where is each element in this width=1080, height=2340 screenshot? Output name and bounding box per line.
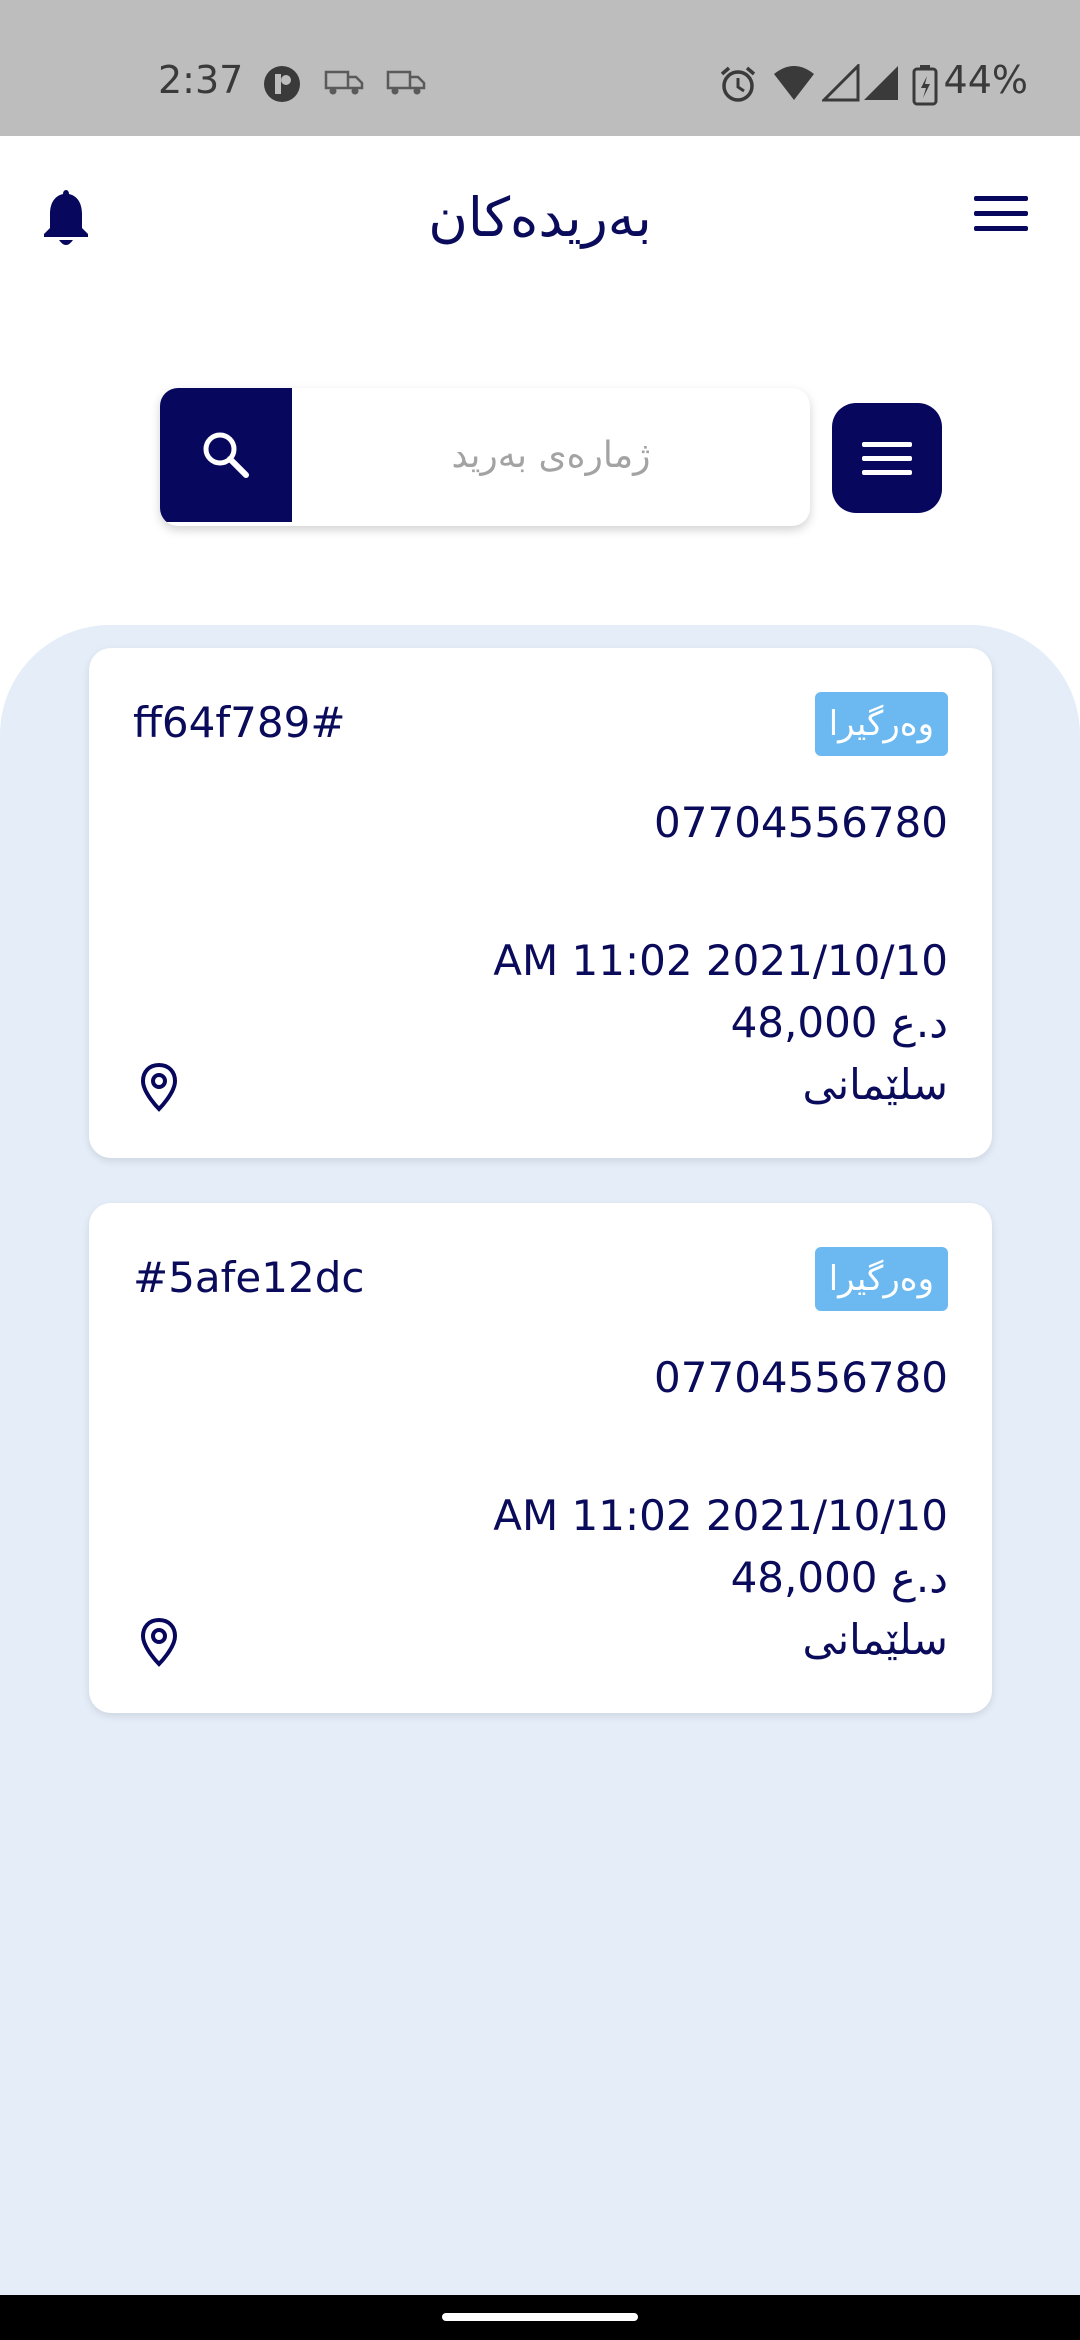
- order-code: ff64f789#: [133, 698, 346, 747]
- battery-percent: 44%: [943, 58, 1028, 102]
- order-code: #5afe12dc: [133, 1253, 365, 1302]
- app-bar: بەریدەکان: [0, 136, 1080, 296]
- truck-icon: [324, 70, 364, 95]
- order-city: سلێمانی: [802, 1060, 948, 1109]
- order-card[interactable]: ff64f789# وەرگیرا 07704556780 AM 11:02 2…: [89, 648, 992, 1158]
- order-city: سلێمانی: [802, 1615, 948, 1664]
- filter-menu-icon: [862, 442, 912, 475]
- signal-icon: [864, 66, 898, 100]
- filter-button[interactable]: [832, 403, 942, 513]
- order-datetime: AM 11:02 2021/10/10: [493, 936, 948, 985]
- status-time: 2:37: [158, 58, 244, 102]
- order-phone: 07704556780: [654, 1353, 948, 1402]
- status-badge: وەرگیرا: [814, 692, 948, 756]
- order-price: 48,000 د.ع: [730, 1553, 948, 1602]
- alarm-icon: [720, 66, 756, 102]
- order-price: 48,000 د.ع: [730, 998, 948, 1047]
- search-input[interactable]: [292, 388, 810, 522]
- wifi-icon: [774, 66, 814, 100]
- truck-icon: [386, 70, 426, 95]
- signal-icon: [822, 64, 860, 102]
- status-bar: 2:37 44%: [0, 0, 1080, 136]
- search-box: [160, 388, 810, 526]
- order-datetime: AM 11:02 2021/10/10: [493, 1491, 948, 1540]
- order-phone: 07704556780: [654, 798, 948, 847]
- location-pin-icon[interactable]: [139, 1617, 179, 1667]
- search-button[interactable]: [160, 388, 292, 522]
- status-badge: وەرگیرا: [814, 1247, 948, 1311]
- menu-icon[interactable]: [974, 194, 1028, 234]
- page-title: بەریدەکان: [428, 186, 652, 249]
- home-gesture-handle[interactable]: [442, 2313, 638, 2321]
- search-icon: [203, 432, 249, 478]
- location-pin-icon[interactable]: [139, 1062, 179, 1112]
- battery-icon: [912, 65, 938, 106]
- system-nav-bar: [0, 2295, 1080, 2340]
- order-card[interactable]: #5afe12dc وەرگیرا 07704556780 AM 11:02 2…: [89, 1203, 992, 1713]
- app-notification-icon: [264, 66, 300, 102]
